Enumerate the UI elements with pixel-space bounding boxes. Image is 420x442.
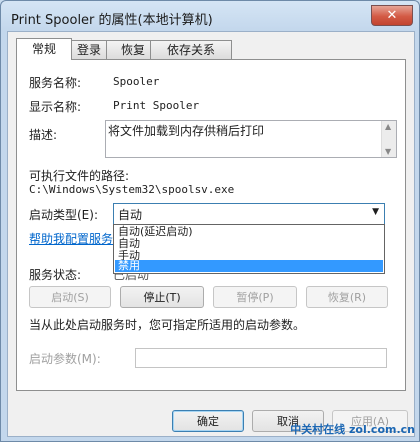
scroll-up-icon[interactable]: ▲ bbox=[385, 122, 391, 131]
exe-path-value: C:\Windows\System32\spoolsv.exe bbox=[29, 183, 235, 196]
zol-watermark: 中关村在线 zol.com.cn bbox=[290, 423, 415, 436]
help-configure-link[interactable]: 帮助我配置服务启 bbox=[29, 230, 125, 247]
stop-button[interactable]: 停止(T) bbox=[120, 286, 204, 308]
description-scrollbar[interactable]: ▲ ▼ bbox=[381, 121, 396, 157]
pause-button[interactable]: 暂停(P) bbox=[213, 286, 297, 308]
start-button[interactable]: 启动(S) bbox=[29, 286, 111, 308]
startup-option-delayed[interactable]: 自动(延迟启动) bbox=[115, 226, 383, 238]
startup-type-select[interactable]: 自动 ▼ bbox=[113, 203, 385, 225]
exe-path-label: 可执行文件的路径: bbox=[29, 169, 130, 183]
properties-window: Print Spooler 的属性(本地计算机) ✕ 常规 登录 恢复 依存关系… bbox=[0, 0, 420, 442]
tab-general[interactable]: 常规 bbox=[16, 38, 72, 60]
ok-button[interactable]: 确定 bbox=[172, 410, 244, 432]
window-title: Print Spooler 的属性(本地计算机) bbox=[11, 13, 213, 28]
dialog-panel: 常规 登录 恢复 依存关系 服务名称: Spooler 显示名称: Print … bbox=[7, 31, 415, 437]
title-bar[interactable]: Print Spooler 的属性(本地计算机) ✕ bbox=[1, 1, 419, 33]
close-button[interactable]: ✕ bbox=[371, 5, 413, 26]
start-params-hint: 当从此处启动服务时，您可指定所适用的启动参数。 bbox=[29, 318, 306, 332]
start-params-input[interactable] bbox=[135, 348, 387, 368]
service-name-label: 服务名称: bbox=[29, 76, 82, 90]
chevron-down-icon[interactable]: ▼ bbox=[372, 207, 379, 217]
display-name-value: Print Spooler bbox=[113, 99, 200, 112]
startup-option-auto[interactable]: 自动 bbox=[115, 238, 383, 250]
startup-type-dropdown: 自动(延迟启动) 自动 手动 禁用 bbox=[113, 224, 385, 274]
display-name-label: 显示名称: bbox=[29, 100, 82, 114]
tab-dependencies[interactable]: 依存关系 bbox=[150, 40, 232, 59]
startup-option-disabled[interactable]: 禁用 bbox=[115, 260, 383, 272]
general-tab-page: 服务名称: Spooler 显示名称: Print Spooler 描述: 将文… bbox=[16, 59, 406, 391]
description-box[interactable]: 将文件加载到内存供稍后打印 ▲ ▼ bbox=[105, 120, 397, 158]
startup-type-label: 启动类型(E): bbox=[29, 208, 98, 222]
description-text: 将文件加载到内存供稍后打印 bbox=[108, 124, 265, 138]
start-params-label: 启动参数(M): bbox=[29, 352, 101, 366]
resume-button[interactable]: 恢复(R) bbox=[306, 286, 388, 308]
startup-type-value: 自动 bbox=[118, 208, 143, 222]
service-name-value: Spooler bbox=[113, 75, 160, 88]
description-label: 描述: bbox=[29, 128, 58, 142]
service-status-label: 服务状态: bbox=[29, 268, 82, 282]
close-icon: ✕ bbox=[386, 8, 398, 23]
scroll-down-icon[interactable]: ▼ bbox=[385, 147, 391, 156]
